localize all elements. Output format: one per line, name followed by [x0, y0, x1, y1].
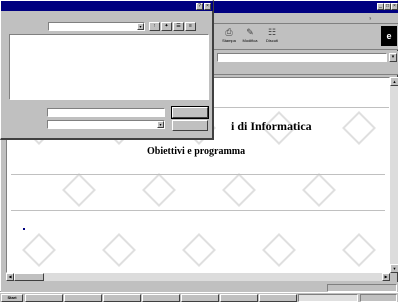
page-heading: i di Informatica [231, 119, 312, 133]
taskbar: Start [0, 292, 398, 302]
discussion-icon: ☷ [267, 27, 277, 37]
scroll-down-arrow-icon[interactable]: ▼ [390, 264, 398, 273]
chevron-down-icon[interactable]: ▾ [137, 23, 144, 30]
vertical-scrollbar[interactable]: ▲ ▼ [390, 77, 398, 273]
watermark-logo [182, 233, 216, 267]
scroll-up-arrow-icon[interactable]: ▲ [390, 77, 398, 86]
taskbar-item[interactable] [220, 294, 258, 302]
watermark-logo [342, 111, 376, 145]
watermark-logo [222, 173, 256, 207]
page-subheading: Obiettivi e programma [147, 146, 246, 157]
dialog-titlebar[interactable]: ? × [1, 1, 213, 11]
details-view-icon[interactable]: ≡ [185, 22, 196, 31]
save-button[interactable] [171, 106, 209, 119]
taskbar-item[interactable] [25, 294, 63, 302]
edit-label: Modifica [242, 38, 258, 43]
taskbar-item[interactable] [259, 294, 297, 302]
edit-button[interactable]: ✎ Modifica [240, 27, 260, 47]
new-folder-icon[interactable]: ✦ [161, 22, 172, 31]
browser-logo-throbber: e [381, 26, 397, 46]
close-icon[interactable]: × [204, 3, 211, 10]
taskbar-item[interactable] [64, 294, 102, 302]
taskbar-item[interactable] [142, 294, 180, 302]
taskbar-item-active[interactable] [298, 294, 358, 302]
divider [11, 174, 385, 175]
address-input[interactable] [217, 53, 387, 62]
watermark-logo [102, 233, 136, 267]
discuss-label: Discuti [265, 38, 278, 43]
system-tray-clock [360, 294, 397, 302]
watermark-logo [22, 233, 56, 267]
look-in-select[interactable] [48, 22, 145, 31]
status-zone [327, 284, 397, 292]
watermark-logo [62, 173, 96, 207]
scroll-right-arrow-icon[interactable]: ▶ [382, 273, 390, 281]
file-type-select[interactable] [47, 120, 165, 129]
scroll-left-arrow-icon[interactable]: ◀ [6, 273, 14, 281]
address-dropdown-arrow[interactable]: ▾ [389, 53, 397, 62]
maximize-button[interactable]: □ [384, 3, 391, 10]
discuss-button[interactable]: ☷ Discuti [262, 27, 282, 47]
printer-icon: ⎙ [225, 27, 233, 37]
file-list[interactable] [9, 34, 209, 100]
taskbar-item[interactable] [181, 294, 219, 302]
scroll-thumb[interactable] [14, 273, 44, 281]
taskbar-item[interactable] [103, 294, 141, 302]
print-button[interactable]: ⎙ Stampa [219, 27, 239, 47]
watermark-logo [142, 173, 176, 207]
horizontal-scrollbar[interactable]: ◀ ▶ [6, 273, 390, 281]
close-button[interactable]: × [391, 3, 398, 10]
up-folder-icon[interactable]: ↑ [149, 22, 160, 31]
divider [11, 210, 385, 211]
menu-help[interactable]: ? [369, 16, 371, 21]
cancel-button[interactable] [172, 120, 208, 131]
watermark-logo [342, 233, 376, 267]
watermark-logo [302, 173, 336, 207]
help-icon[interactable]: ? [196, 3, 203, 10]
chevron-down-icon[interactable]: ▾ [157, 121, 164, 128]
watermark-logo [262, 233, 296, 267]
minimize-button[interactable]: _ [377, 3, 384, 10]
list-view-icon[interactable]: ☰ [173, 22, 184, 31]
save-dialog: ? × ▾ ↑ ✦ ☰ ≡ ▾ [0, 0, 214, 140]
print-label: Stampa [222, 38, 236, 43]
file-name-input[interactable] [47, 108, 165, 117]
pencil-icon: ✎ [246, 27, 254, 37]
start-button[interactable]: Start [1, 294, 23, 302]
